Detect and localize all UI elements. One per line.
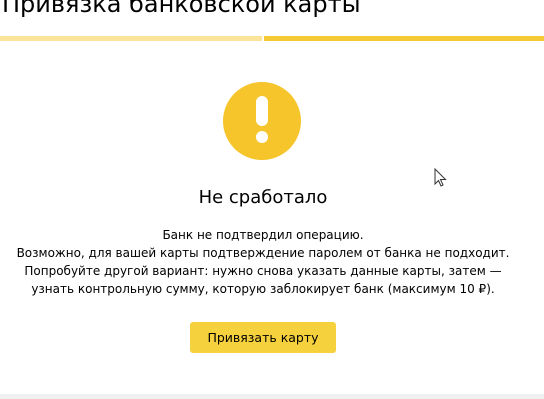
error-message-line: Возможно, для вашей карты подтверждение … [16,246,510,260]
progress-step-arrow [258,36,263,40]
error-message-line: Банк не подтвердил операцию. [162,228,364,242]
exclamation-dot [256,131,268,143]
exclamation-icon [223,82,301,160]
step-progress-bar [0,36,544,41]
error-message-line: Попробуйте другой вариант: нужно снова у… [24,264,502,278]
error-message: Банк не подтвердил операцию. Возможно, д… [0,226,526,298]
progress-step-current [264,36,544,41]
exclamation-bar [256,96,268,126]
mouse-pointer-icon [434,168,447,187]
error-message-line: узнать контрольную сумму, которую заблок… [31,282,495,296]
page-title: Привязка банковской карты [2,0,361,18]
bank-card-binding-page: Привязка банковской карты Не сработало Б… [0,0,544,399]
bottom-divider [0,394,544,399]
bind-card-button[interactable]: Привязать карту [190,322,336,353]
progress-step-completed [0,36,262,41]
error-heading: Не сработало [198,187,328,208]
